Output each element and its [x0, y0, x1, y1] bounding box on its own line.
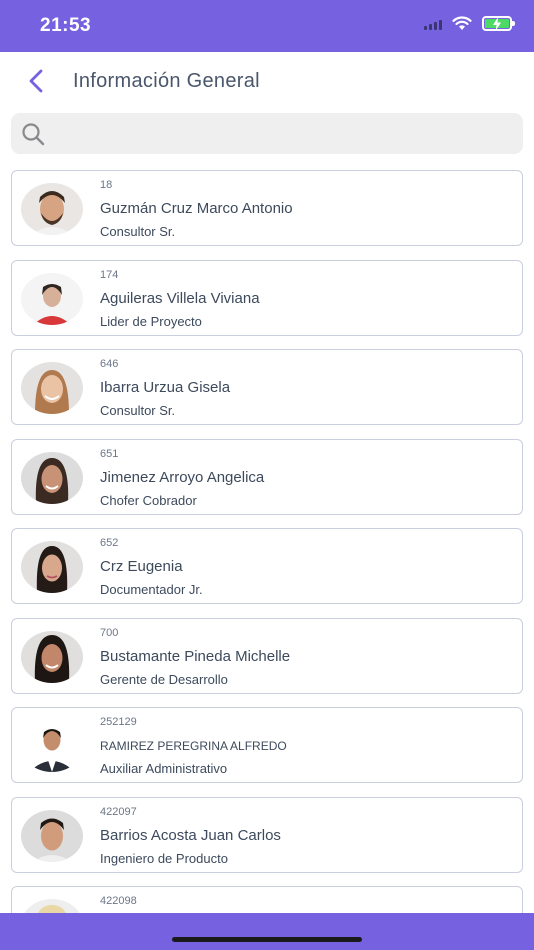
employee-role: Consultor Sr. — [100, 224, 176, 239]
chevron-left-icon — [29, 69, 43, 93]
employee-role: Ingeniero de Producto — [100, 851, 228, 866]
employee-name: Barrios Acosta Juan Carlos — [100, 827, 281, 844]
employee-name: Aguileras Villela Viviana — [100, 290, 260, 307]
employee-id: 18 — [100, 179, 113, 191]
avatar — [21, 452, 83, 504]
back-button[interactable] — [24, 68, 50, 94]
employee-card[interactable]: 422098 — [11, 886, 523, 914]
employee-card[interactable]: 422097 Barrios Acosta Juan Carlos Ingeni… — [11, 797, 523, 873]
bottom-bar — [0, 913, 534, 950]
employee-role: Chofer Cobrador — [100, 493, 197, 508]
employee-card[interactable]: 700 Bustamante Pineda Michelle Gerente d… — [11, 618, 523, 694]
employee-id: 646 — [100, 358, 119, 370]
employee-id: 422097 — [100, 806, 137, 818]
avatar — [21, 362, 83, 414]
employee-role: Documentador Jr. — [100, 582, 203, 597]
employee-role: Auxiliar Administrativo — [100, 761, 228, 776]
search-icon — [22, 123, 45, 146]
wifi-icon — [452, 16, 472, 30]
employee-card[interactable]: 646 Ibarra Urzua Gisela Consultor Sr. — [11, 349, 523, 425]
avatar — [21, 273, 83, 325]
employee-card[interactable]: 18 Guzmán Cruz Marco Antonio Consultor S… — [11, 170, 523, 246]
avatar — [21, 720, 83, 772]
avatar — [21, 183, 83, 235]
employee-name: Jimenez Arroyo Angelica — [100, 469, 265, 486]
avatar — [21, 631, 83, 683]
employee-role: Gerente de Desarrollo — [100, 672, 228, 687]
status-icons — [424, 16, 515, 31]
page-title: Información General — [73, 70, 260, 92]
employee-id: 422098 — [100, 895, 137, 907]
employee-id: 651 — [100, 448, 119, 460]
avatar — [21, 899, 83, 914]
employee-card[interactable]: 652 Crz Eugenia Documentador Jr. — [11, 528, 523, 604]
employee-name: RAMIREZ PEREGRINA ALFREDO — [100, 739, 287, 753]
employee-id: 700 — [100, 627, 119, 639]
employee-id: 652 — [100, 537, 119, 549]
employee-id: 252129 — [100, 716, 137, 728]
avatar — [21, 541, 83, 593]
employee-role: Consultor Sr. — [100, 403, 176, 418]
battery-charging-icon — [482, 16, 515, 31]
employee-name: Bustamante Pineda Michelle — [100, 648, 291, 665]
home-indicator[interactable] — [172, 937, 362, 942]
avatar — [21, 810, 83, 862]
employee-name: Crz Eugenia — [100, 558, 183, 575]
cellular-signal-icon — [424, 18, 442, 30]
search-input[interactable] — [53, 113, 513, 154]
employee-card[interactable]: 252129 RAMIREZ PEREGRINA ALFREDO Auxilia… — [11, 707, 523, 783]
search-bar[interactable] — [11, 113, 523, 154]
employee-name: Ibarra Urzua Gisela — [100, 379, 231, 396]
employee-id: 174 — [100, 269, 119, 281]
employee-name: Guzmán Cruz Marco Antonio — [100, 200, 293, 217]
status-time: 21:53 — [40, 15, 92, 36]
employee-card[interactable]: 174 Aguileras Villela Viviana Lider de P… — [11, 260, 523, 336]
employee-role: Lider de Proyecto — [100, 314, 202, 329]
employee-card[interactable]: 651 Jimenez Arroyo Angelica Chofer Cobra… — [11, 439, 523, 515]
employee-list: 18 Guzmán Cruz Marco Antonio Consultor S… — [11, 170, 523, 914]
header: Información General — [0, 52, 534, 110]
status-bar: 21:53 — [0, 0, 534, 52]
